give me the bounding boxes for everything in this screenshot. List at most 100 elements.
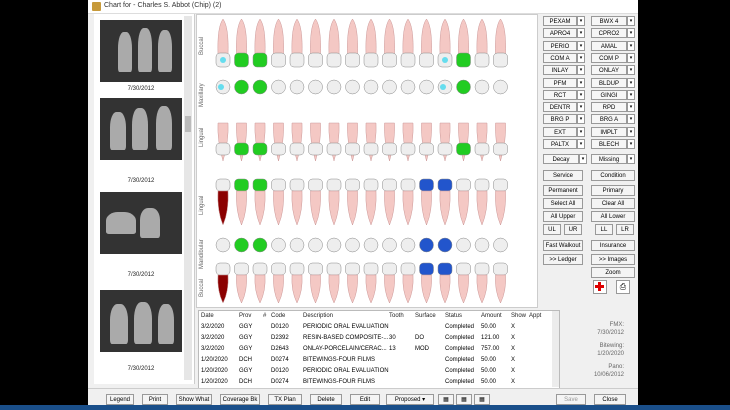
medical-alert-icon[interactable] <box>593 280 607 294</box>
proc-dropdown[interactable]: ▾ <box>577 40 585 51</box>
proc-button-brg-p[interactable]: BRG P <box>543 114 577 125</box>
printer-icon[interactable]: ⎙ <box>616 280 630 294</box>
proc-dropdown[interactable]: ▾ <box>577 65 585 76</box>
permanent-button[interactable]: Permanent <box>543 185 583 196</box>
proc-button-ext[interactable]: EXT <box>543 126 577 137</box>
fill-icon[interactable]: ▦ <box>438 394 454 405</box>
bottom-button-legend[interactable]: Legend <box>106 394 134 405</box>
save-button[interactable]: Save <box>556 394 586 405</box>
proc-dropdown[interactable]: ▾ <box>577 126 585 137</box>
tooth-chart[interactable]: Buccal Maxillary Lingual Lingual Mandibu… <box>196 14 538 308</box>
proc-button-apro4[interactable]: APRO4 <box>543 28 577 39</box>
proc-dropdown[interactable]: ▾ <box>577 114 585 125</box>
proc-button-rpd[interactable]: RPD <box>591 102 627 113</box>
table-header-cell[interactable]: Prov <box>239 313 251 319</box>
paint-icon[interactable]: ▦ <box>456 394 472 405</box>
proc-button-bldup[interactable]: BLDUP <box>591 77 627 88</box>
proc-button-pfm[interactable]: PFM <box>543 77 577 88</box>
ll-button[interactable]: LL <box>595 224 613 235</box>
bottom-button-show-what[interactable]: Show What <box>176 394 212 405</box>
proc-dropdown[interactable]: ▾ <box>627 40 635 51</box>
proc-dropdown[interactable]: ▾ <box>627 52 635 63</box>
proc-dropdown[interactable]: ▾ <box>627 77 635 88</box>
grid-icon[interactable]: ▦ <box>474 394 490 405</box>
condition-button[interactable]: Condition <box>591 170 635 181</box>
table-scrollbar[interactable] <box>552 311 559 387</box>
proc-button-perio[interactable]: PERIO <box>543 40 577 51</box>
proc-button-bwx-4[interactable]: BWX 4 <box>591 16 627 26</box>
proc-dropdown[interactable]: ▾ <box>627 16 635 26</box>
proc-button-com-a[interactable]: COM A <box>543 52 577 63</box>
missing-select[interactable]: Missing <box>591 154 627 164</box>
proc-button-inlay[interactable]: INLAY <box>543 65 577 76</box>
proc-dropdown[interactable]: ▾ <box>577 102 585 113</box>
proc-dropdown[interactable]: ▾ <box>577 89 585 100</box>
proc-dropdown[interactable]: ▾ <box>577 77 585 88</box>
missing-dropdown[interactable]: ▾ <box>627 154 635 164</box>
procedure-table[interactable]: Date Prov # Code Description Tooth Surface Stat… <box>198 310 560 390</box>
insurance-button[interactable]: Insurance <box>591 240 635 251</box>
proc-button-onlay[interactable]: ONLAY <box>591 65 627 76</box>
all-upper-button[interactable]: All Upper <box>543 211 583 222</box>
primary-button[interactable]: Primary <box>591 185 635 196</box>
proc-dropdown[interactable]: ▾ <box>577 16 585 26</box>
table-header-cell[interactable]: # <box>263 313 266 319</box>
proc-dropdown[interactable]: ▾ <box>627 102 635 113</box>
select-all-button[interactable]: Select All <box>543 198 583 209</box>
proc-button-rct[interactable]: RCT <box>543 89 577 100</box>
table-row[interactable]: 1/20/2020 DCH D0274 BITEWINGS-FOUR FILMS Com… <box>199 356 569 367</box>
proc-dropdown[interactable]: ▾ <box>577 52 585 63</box>
table-row[interactable]: 1/20/2020 GGY D0120 PERIODIC ORAL EVALUATIO… <box>199 367 569 378</box>
proc-dropdown[interactable]: ▾ <box>627 126 635 137</box>
proc-button-amal[interactable]: AMAL <box>591 40 627 51</box>
proc-dropdown[interactable]: ▾ <box>627 28 635 39</box>
bottom-button-delete[interactable]: Delete <box>310 394 342 405</box>
bottom-button-coverage-bk[interactable]: Coverage Bk <box>220 394 260 405</box>
proc-button-implt[interactable]: IMPLT <box>591 126 627 137</box>
proc-dropdown[interactable]: ▾ <box>627 89 635 100</box>
table-row[interactable]: 3/2/2020 GGY D2643 ONLAY-PORCELAIN/CERAC...… <box>199 345 569 356</box>
table-header-cell[interactable]: Appt <box>529 313 541 319</box>
fast-walkout-button[interactable]: Fast Walkout <box>543 240 583 251</box>
table-header-cell[interactable]: Amount <box>481 313 502 319</box>
proc-button-cpro2[interactable]: CPRO2 <box>591 28 627 39</box>
decay-dropdown[interactable]: ▾ <box>579 154 587 164</box>
proc-dropdown[interactable]: ▾ <box>577 139 585 149</box>
table-row[interactable]: 3/2/2020 GGY D0120 PERIODIC ORAL EVALUATION… <box>199 323 569 334</box>
zoom-button[interactable]: Zoom <box>591 267 635 278</box>
table-header-cell[interactable]: Show <box>511 313 526 319</box>
table-header-cell[interactable]: Date <box>201 313 214 319</box>
table-header-cell[interactable]: Tooth <box>389 313 404 319</box>
proc-button-brg-a[interactable]: BRG A <box>591 114 627 125</box>
ledger-button[interactable]: >> Ledger <box>543 254 583 265</box>
bottom-button-tx-plan[interactable]: TX Plan <box>268 394 302 405</box>
xray-thumbnail[interactable] <box>100 192 182 254</box>
table-header-cell[interactable]: Code <box>271 313 285 319</box>
bottom-button-print[interactable]: Print <box>142 394 168 405</box>
ul-button[interactable]: UL <box>543 224 561 235</box>
xray-thumbnail[interactable] <box>100 98 182 160</box>
close-button[interactable]: Close <box>594 394 626 405</box>
all-lower-button[interactable]: All Lower <box>591 211 635 222</box>
proc-button-com-p[interactable]: COM P <box>591 52 627 63</box>
proc-dropdown[interactable]: ▾ <box>627 114 635 125</box>
proc-button-pexam[interactable]: PEXAM <box>543 16 577 26</box>
table-header-cell[interactable]: Surface <box>415 313 436 319</box>
xray-thumbnail[interactable] <box>100 290 182 352</box>
clear-all-button[interactable]: Clear All <box>591 198 635 209</box>
proc-button-blech[interactable]: BLECH <box>591 139 627 149</box>
table-header-cell[interactable]: Status <box>445 313 462 319</box>
proc-button-paltx[interactable]: PALTX <box>543 139 577 149</box>
images-button[interactable]: >> Images <box>591 254 635 265</box>
lr-button[interactable]: LR <box>616 224 634 235</box>
service-button[interactable]: Service <box>543 170 583 181</box>
proc-button-dentr[interactable]: DENTR <box>543 102 577 113</box>
xray-scrollbar[interactable] <box>184 16 192 380</box>
xray-thumbnail[interactable] <box>100 20 182 82</box>
ur-button[interactable]: UR <box>564 224 582 235</box>
proc-dropdown[interactable]: ▾ <box>627 139 635 149</box>
proc-dropdown[interactable]: ▾ <box>627 65 635 76</box>
status-select[interactable]: Proposed ▾ <box>386 394 434 405</box>
decay-select[interactable]: Decay <box>543 154 579 164</box>
proc-dropdown[interactable]: ▾ <box>577 28 585 39</box>
